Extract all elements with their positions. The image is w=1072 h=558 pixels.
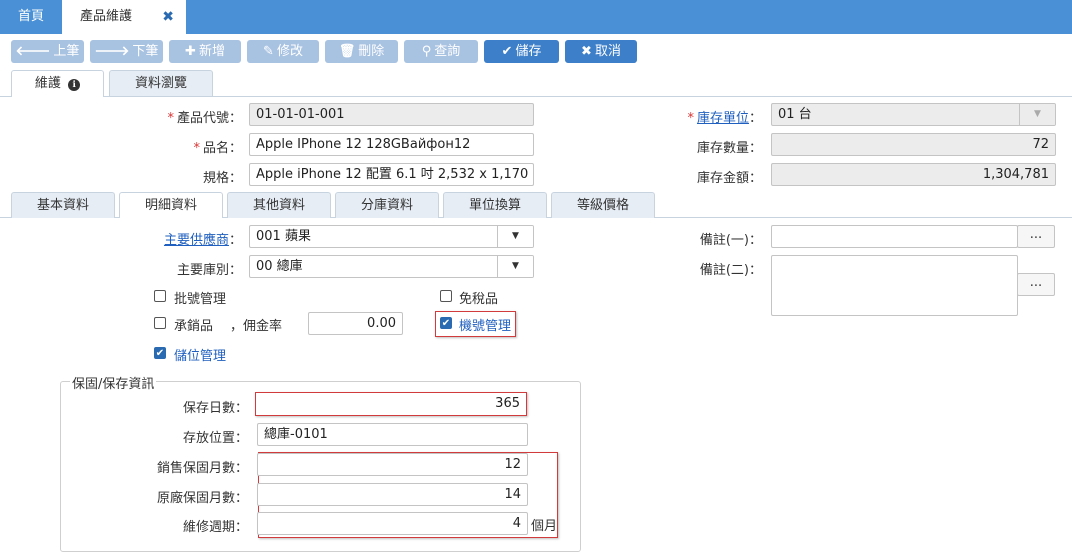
stock-unit-value: 01 台 (778, 107, 812, 122)
supplier-label: 主要供應商： (163, 233, 242, 248)
tab-maintain-label: 維護 (34, 76, 61, 91)
edit-label: 修改 (276, 44, 303, 59)
tab-grade-price[interactable]: 等級價格 (551, 192, 655, 218)
cancel-button[interactable]: ✖ 取消 (565, 40, 637, 63)
serial-label: 機號管理 (459, 319, 512, 334)
supplier-value: 001 蘋果 (256, 229, 311, 244)
month-unit-label: 個月 (531, 519, 558, 534)
stock-qty-label: 庫存數量： (696, 141, 762, 156)
supplier-select[interactable]: 001 蘋果 ▼ (249, 225, 534, 248)
add-label: 新增 (198, 44, 225, 59)
stock-unit-select[interactable]: 01 台 ▼ (771, 103, 1056, 126)
tab-basic[interactable]: 基本資料 (11, 192, 115, 218)
check-icon: ✔ (501, 44, 513, 59)
query-button[interactable]: ⚲ 查詢 (404, 40, 478, 63)
query-label: 查詢 (434, 44, 461, 59)
tab-other[interactable]: 其他資料 (227, 192, 331, 218)
serial-checkbox[interactable]: ✔ (440, 317, 452, 329)
repair-cycle-label: 維修週期： (182, 520, 248, 535)
tab-home[interactable]: 首頁 (0, 0, 62, 34)
shelf-days-label: 保存日數： (182, 401, 248, 416)
view-tab-divider (0, 96, 1072, 97)
close-icon: ✖ (581, 44, 592, 59)
warehouse-select[interactable]: 00 總庫 ▼ (249, 255, 534, 278)
sales-warranty-field[interactable]: 12 (257, 453, 528, 476)
tab-maintain[interactable]: 維護 ℹ (11, 70, 104, 97)
delete-label: 刪除 (358, 44, 385, 59)
repair-cycle-field[interactable]: 4 (257, 512, 528, 535)
stock-amount-label: 庫存金額： (696, 171, 762, 186)
chevron-down-icon[interactable]: ▼ (497, 226, 533, 247)
bin-label: 儲位管理 (174, 349, 227, 364)
remark1-ellipsis-button[interactable]: ... (1017, 225, 1055, 248)
remark1-label: 備註(一)： (699, 233, 762, 248)
stock-qty-field[interactable]: 72 (771, 133, 1056, 156)
batch-checkbox[interactable] (154, 290, 166, 302)
save-label: 儲存 (515, 44, 542, 59)
delete-button[interactable]: 🗑 刪除 (325, 40, 398, 63)
prev-record-button[interactable]: 🡐 上筆 (11, 40, 84, 63)
factory-warranty-field[interactable]: 14 (257, 483, 528, 506)
batch-label: 批號管理 (174, 292, 227, 307)
next-record-button[interactable]: 🡒 下筆 (90, 40, 163, 63)
stock-unit-label: * 庫存單位： (687, 111, 762, 126)
tab-detail[interactable]: 明細資料 (119, 192, 223, 218)
product-name-label: * 品名： (193, 141, 242, 156)
bin-checkbox[interactable]: ✔ (154, 347, 166, 359)
supplier-link[interactable]: 主要供應商 (164, 233, 229, 248)
factory-warranty-label: 原廠保固月數： (156, 491, 248, 506)
remark2-label: 備註(二)： (699, 263, 762, 278)
remark2-ellipsis-button[interactable]: ... (1017, 273, 1055, 296)
product-name-field[interactable]: Apple IPhone 12 128GВайфон12 (249, 133, 534, 156)
save-button[interactable]: ✔ 儲存 (484, 40, 559, 63)
remark1-field[interactable] (771, 225, 1018, 248)
pencil-icon: ✎ (263, 44, 274, 59)
chevron-down-icon[interactable]: ▼ (497, 256, 533, 277)
tab-branch[interactable]: 分庫資料 (335, 192, 439, 218)
tab-label: 產品維護 (80, 9, 133, 24)
trash-icon: 🗑 (338, 44, 356, 59)
arrow-right-icon: 🡒 (94, 44, 130, 59)
spec-field[interactable]: Apple iPhone 12 配置 6.1 吋 2,532 x 1,170 (249, 163, 534, 186)
commission-label: ，佣金率 (230, 319, 283, 334)
commission-field[interactable]: 0.00 (308, 312, 403, 335)
next-label: 下筆 (132, 44, 159, 59)
warehouse-label: 主要庫別： (176, 263, 242, 278)
sales-warranty-label: 銷售保固月數： (156, 461, 248, 476)
location-field[interactable]: 總庫-0101 (257, 423, 528, 446)
plus-icon: ✚ (185, 44, 196, 59)
add-button[interactable]: ✚ 新增 (169, 40, 241, 63)
prev-label: 上筆 (53, 44, 80, 59)
consign-label: 承銷品 (174, 319, 214, 334)
stock-amount-field[interactable]: 1,304,781 (771, 163, 1056, 186)
search-icon: ⚲ (421, 44, 432, 59)
warranty-legend: 保固/保存資訊 (70, 373, 157, 392)
cancel-label: 取消 (594, 44, 621, 59)
tab-unit-conversion[interactable]: 單位換算 (443, 192, 547, 218)
stock-unit-link[interactable]: 庫存單位 (697, 111, 749, 126)
info-icon: ℹ (68, 79, 81, 91)
warehouse-value: 00 總庫 (256, 259, 303, 274)
arrow-left-icon: 🡐 (15, 44, 51, 59)
taxfree-label: 免稅品 (459, 292, 499, 307)
chevron-down-icon[interactable]: ▼ (1019, 104, 1055, 125)
tab-browse[interactable]: 資料瀏覽 (109, 70, 213, 96)
shelf-days-field[interactable]: 365 (257, 394, 526, 415)
tab-product-maintenance[interactable]: 產品維護 ✖ (62, 0, 186, 34)
close-tab-icon[interactable]: ✖ (162, 0, 174, 34)
product-code-label: * 產品代號： (167, 111, 242, 126)
taxfree-checkbox[interactable] (440, 290, 452, 302)
edit-button[interactable]: ✎ 修改 (247, 40, 319, 63)
product-code-field[interactable]: 01-01-01-001 (249, 103, 534, 126)
remark2-textarea[interactable] (771, 255, 1018, 316)
spec-label: 規格： (202, 171, 242, 186)
consign-checkbox[interactable] (154, 317, 166, 329)
location-label: 存放位置： (182, 431, 248, 446)
